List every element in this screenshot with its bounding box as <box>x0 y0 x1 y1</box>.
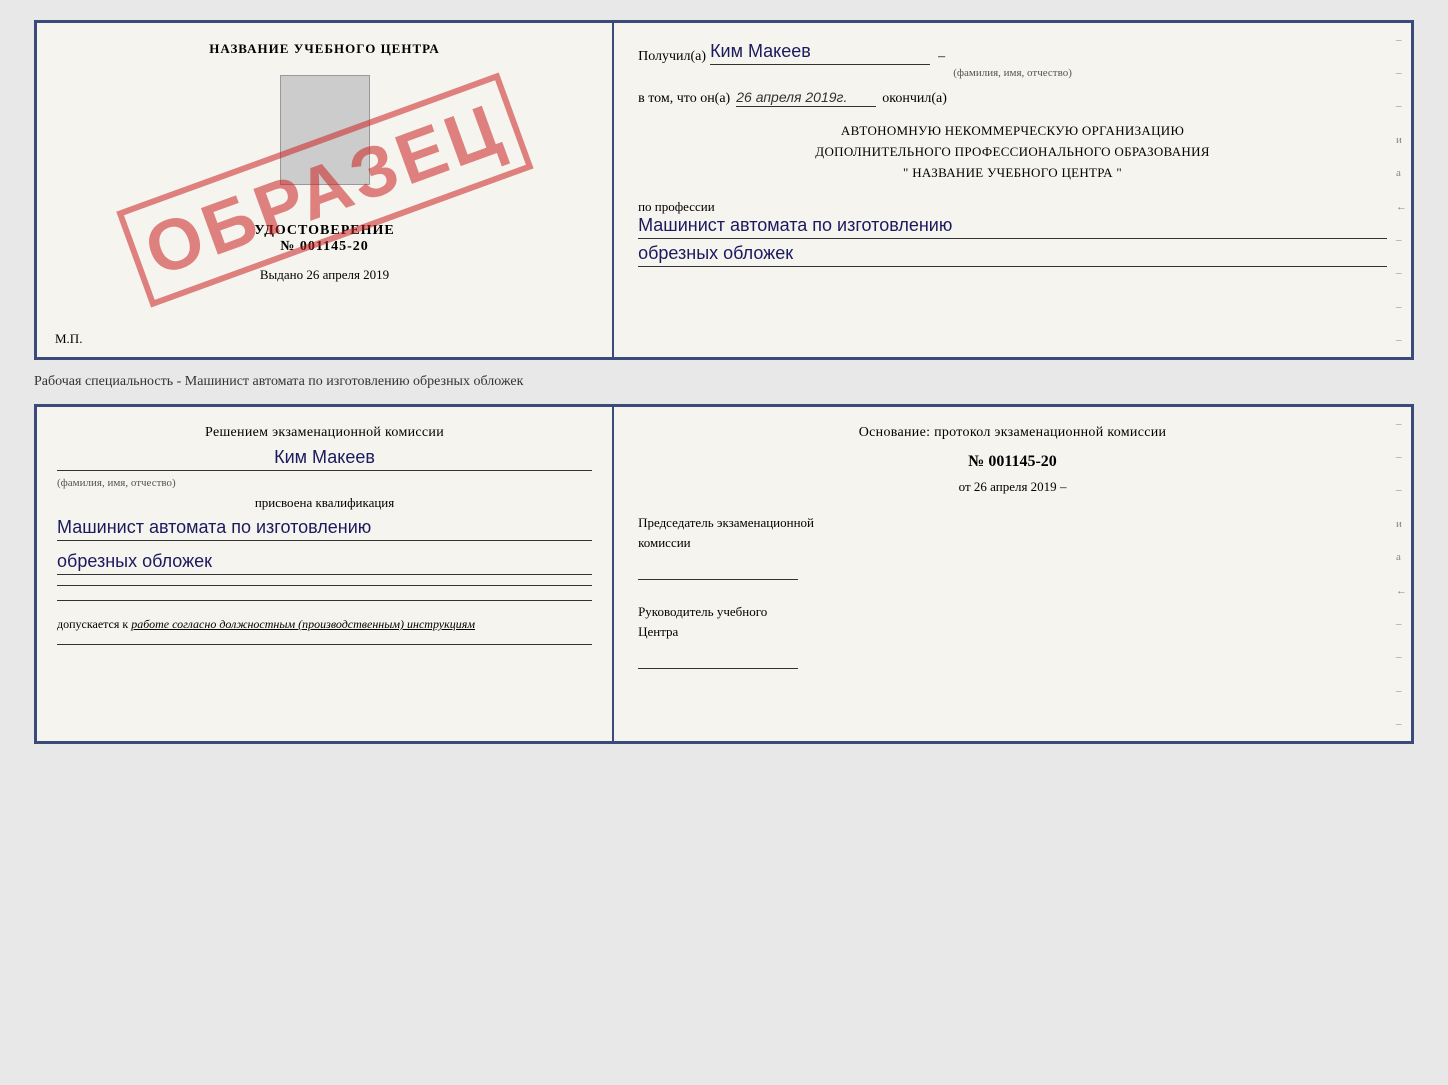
osnovanie-text: Основание: протокол экзаменационной коми… <box>638 425 1387 441</box>
photo-placeholder <box>280 75 370 185</box>
vydano-date: 26 апреля 2019 <box>306 267 389 282</box>
komissia-fio-sub: (фамилия, имя, отчество) <box>57 477 592 489</box>
recipient-name: Ким Макеев <box>710 41 930 65</box>
predsedatel-line2: комиссии <box>638 533 1387 553</box>
cert-title: НАЗВАНИЕ УЧЕБНОГО ЦЕНТРА <box>209 41 440 57</box>
rukovoditel-block: Руководитель учебного Центра <box>638 602 1387 669</box>
completed-date: 26 апреля 2019г. <box>736 89 876 107</box>
rukovoditel-sign-line <box>638 645 798 669</box>
kvalif-line1: Машинист автомата по изготовлению <box>57 517 592 541</box>
ot-date-row: от 26 апреля 2019 – <box>638 479 1387 495</box>
profession-line2: обрезных обложек <box>638 243 1387 267</box>
resheniem-text: Решением экзаменационной комиссии <box>57 425 592 441</box>
blank-line-2 <box>57 600 592 601</box>
poluchil-prefix: Получил(а) <box>638 49 706 65</box>
udostoverenie-label: УДОСТОВЕРЕНИЕ <box>254 223 394 239</box>
ot-prefix: от <box>959 479 971 494</box>
predsedatel-block: Председатель экзаменационной комиссии <box>638 513 1387 580</box>
exam-left-panel: Решением экзаменационной комиссии Ким Ма… <box>37 407 614 741</box>
blank-line-1 <box>57 585 592 586</box>
predsedatel-sign-line <box>638 556 798 580</box>
vtom-prefix: в том, что он(а) <box>638 91 730 107</box>
dopuskaetsya-section: допускается к работе согласно должностны… <box>57 617 592 632</box>
ot-date-value: 26 апреля 2019 <box>974 479 1057 494</box>
rukovoditel-line2: Центра <box>638 622 1387 642</box>
org-line2: ДОПОЛНИТЕЛЬНОГО ПРОФЕССИОНАЛЬНОГО ОБРАЗО… <box>638 142 1387 163</box>
mp-label: М.П. <box>55 331 82 347</box>
udostoverenie-block: УДОСТОВЕРЕНИЕ № 001145-20 <box>254 223 394 255</box>
right-sidebar-marks: – – – и а ← – – – – <box>1396 23 1407 357</box>
right-sidebar-marks2: – – – и а ← – – – – <box>1396 407 1407 741</box>
rukovoditel-line1: Руководитель учебного <box>638 602 1387 622</box>
dash: – <box>938 49 945 65</box>
dopuskaetsya-text: работе согласно должностным (производств… <box>131 617 475 631</box>
ot-dash: – <box>1060 479 1067 494</box>
cert-number: № 001145-20 <box>254 239 394 255</box>
protocol-label: № <box>968 453 984 470</box>
okonchil-text: окончил(а) <box>882 91 947 107</box>
profession-line1: Машинист автомата по изготовлению <box>638 215 1387 239</box>
document-container: НАЗВАНИЕ УЧЕБНОГО ЦЕНТРА ОБРАЗЕЦ УДОСТОВ… <box>34 20 1414 744</box>
fio-sublabel: (фамилия, имя, отчество) <box>638 67 1387 79</box>
protocol-num-value: 001145-20 <box>988 453 1056 470</box>
blank-line-3 <box>57 644 592 645</box>
org-name: " НАЗВАНИЕ УЧЕБНОГО ЦЕНТРА " <box>638 163 1387 184</box>
org-line1: АВТОНОМНУЮ НЕКОММЕРЧЕСКУЮ ОРГАНИЗАЦИЮ <box>638 121 1387 142</box>
top-certificate: НАЗВАНИЕ УЧЕБНОГО ЦЕНТРА ОБРАЗЕЦ УДОСТОВ… <box>34 20 1414 360</box>
bottom-certificate: Решением экзаменационной комиссии Ким Ма… <box>34 404 1414 744</box>
vtom-row: в том, что он(а) 26 апреля 2019г. окончи… <box>638 89 1387 107</box>
profession-section: по профессии Машинист автомата по изгото… <box>638 193 1387 267</box>
dopuskaetsya-prefix: допускается к <box>57 617 128 631</box>
vydano-prefix: Выдано <box>260 267 303 282</box>
prisvoena-text: присвоена квалификация <box>57 495 592 511</box>
poluchil-row: Получил(а) Ким Макеев – <box>638 41 1387 65</box>
kvalif-line2: обрезных обложек <box>57 551 592 575</box>
exam-right-panel: Основание: протокол экзаменационной коми… <box>614 407 1411 741</box>
protocol-number: № 001145-20 <box>638 453 1387 471</box>
po-professii-label: по профессии <box>638 199 1387 215</box>
komissia-name: Ким Макеев <box>57 447 592 471</box>
org-block: АВТОНОМНУЮ НЕКОММЕРЧЕСКУЮ ОРГАНИЗАЦИЮ ДО… <box>638 121 1387 183</box>
predsedatel-line1: Председатель экзаменационной <box>638 513 1387 533</box>
cert-left-panel: НАЗВАНИЕ УЧЕБНОГО ЦЕНТРА ОБРАЗЕЦ УДОСТОВ… <box>37 23 614 357</box>
poluchil-section: Получил(а) Ким Макеев – (фамилия, имя, о… <box>638 41 1387 79</box>
cert-right-panel: Получил(а) Ким Макеев – (фамилия, имя, о… <box>614 23 1411 357</box>
specialty-label: Рабочая специальность - Машинист автомат… <box>34 370 1414 394</box>
vydano-line: Выдано 26 апреля 2019 <box>260 267 389 283</box>
